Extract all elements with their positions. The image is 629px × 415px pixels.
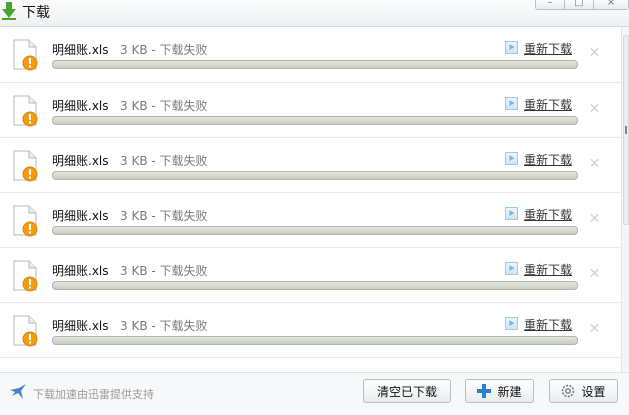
- download-progress-bar: [52, 336, 578, 345]
- window-controls: – □ ×: [535, 0, 629, 11]
- download-arrow-icon: [2, 2, 16, 20]
- new-download-button[interactable]: 新建: [465, 379, 534, 403]
- file-warning-icon: [13, 150, 38, 182]
- close-icon[interactable]: ✕: [588, 157, 601, 171]
- redownload-label[interactable]: 重新下载: [524, 96, 572, 113]
- file-status: 3 KB - 下载失败: [120, 154, 208, 168]
- download-progress-bar: [52, 60, 578, 69]
- play-icon: [505, 97, 518, 110]
- play-icon: [505, 41, 518, 54]
- file-name: 明细账.xls: [52, 99, 109, 113]
- plus-icon: [477, 384, 492, 398]
- download-progress-bar: [52, 226, 578, 235]
- file-status: 3 KB - 下载失败: [120, 319, 208, 333]
- settings-label: 设置: [581, 384, 606, 399]
- file-name: 明细账.xls: [52, 43, 109, 57]
- file-warning-icon: [13, 95, 38, 127]
- close-icon[interactable]: ✕: [588, 212, 601, 226]
- window-title: 下载: [22, 5, 50, 21]
- download-item: 明细账.xls 3 KB - 下载失败 重新下载 ✕: [0, 83, 621, 138]
- download-item: 明细账.xls 3 KB - 下载失败 重新下载 ✕: [0, 248, 621, 303]
- file-name: 明细账.xls: [52, 154, 109, 168]
- redownload-label[interactable]: 重新下载: [524, 261, 572, 278]
- download-list: 明细账.xls 3 KB - 下载失败 重新下载 ✕ 明细账.xls 3 KB …: [0, 27, 621, 372]
- download-progress-bar: [52, 281, 578, 290]
- file-warning-icon: [13, 260, 38, 292]
- close-icon[interactable]: ✕: [588, 102, 601, 116]
- download-progress-bar: [52, 171, 578, 180]
- gear-icon: [562, 384, 575, 398]
- file-status: 3 KB - 下载失败: [120, 209, 208, 223]
- minimize-button[interactable]: –: [535, 0, 565, 10]
- redownload-label[interactable]: 重新下载: [524, 206, 572, 223]
- file-warning-icon: [13, 315, 38, 347]
- play-icon: [505, 262, 518, 275]
- file-warning-icon: [13, 205, 38, 237]
- download-item: 明细账.xls 3 KB - 下载失败 重新下载 ✕: [0, 193, 621, 248]
- footer-bar: 下载加速由迅雷提供支持 清空已下载 新建 设置: [0, 372, 629, 415]
- file-name: 明细账.xls: [52, 209, 109, 223]
- download-item: 明细账.xls 3 KB - 下载失败 重新下载 ✕: [0, 303, 621, 358]
- play-icon: [505, 317, 518, 330]
- close-icon[interactable]: ✕: [588, 46, 601, 60]
- file-warning-icon: [13, 39, 38, 71]
- file-status: 3 KB - 下载失败: [120, 99, 208, 113]
- file-status: 3 KB - 下载失败: [120, 43, 208, 57]
- play-icon: [505, 152, 518, 165]
- file-name: 明细账.xls: [52, 264, 109, 278]
- play-icon: [505, 207, 518, 220]
- new-download-label: 新建: [497, 384, 522, 399]
- redownload-label[interactable]: 重新下载: [524, 151, 572, 168]
- download-item: 明细账.xls 3 KB - 下载失败 重新下载 ✕: [0, 27, 621, 83]
- close-icon[interactable]: ✕: [588, 322, 601, 336]
- scrollbar[interactable]: [621, 27, 629, 372]
- acceleration-note: 下载加速由迅雷提供支持: [33, 388, 154, 401]
- redownload-label[interactable]: 重新下载: [524, 40, 572, 57]
- file-name: 明细账.xls: [52, 319, 109, 333]
- clear-downloaded-label: 清空已下载: [376, 384, 437, 399]
- clear-downloaded-button[interactable]: 清空已下载: [363, 379, 451, 403]
- download-item: 明细账.xls 3 KB - 下载失败 重新下载 ✕: [0, 138, 621, 193]
- close-window-button[interactable]: ×: [593, 0, 629, 10]
- thunder-bird-icon: [10, 384, 26, 399]
- maximize-button[interactable]: □: [564, 0, 594, 10]
- file-status: 3 KB - 下载失败: [120, 264, 208, 278]
- title-bar: 下载 – □ ×: [0, 0, 629, 27]
- settings-button[interactable]: 设置: [549, 379, 618, 403]
- scrollbar-grip: [625, 126, 627, 134]
- download-progress-bar: [52, 116, 578, 125]
- close-icon[interactable]: ✕: [588, 267, 601, 281]
- redownload-label[interactable]: 重新下载: [524, 316, 572, 333]
